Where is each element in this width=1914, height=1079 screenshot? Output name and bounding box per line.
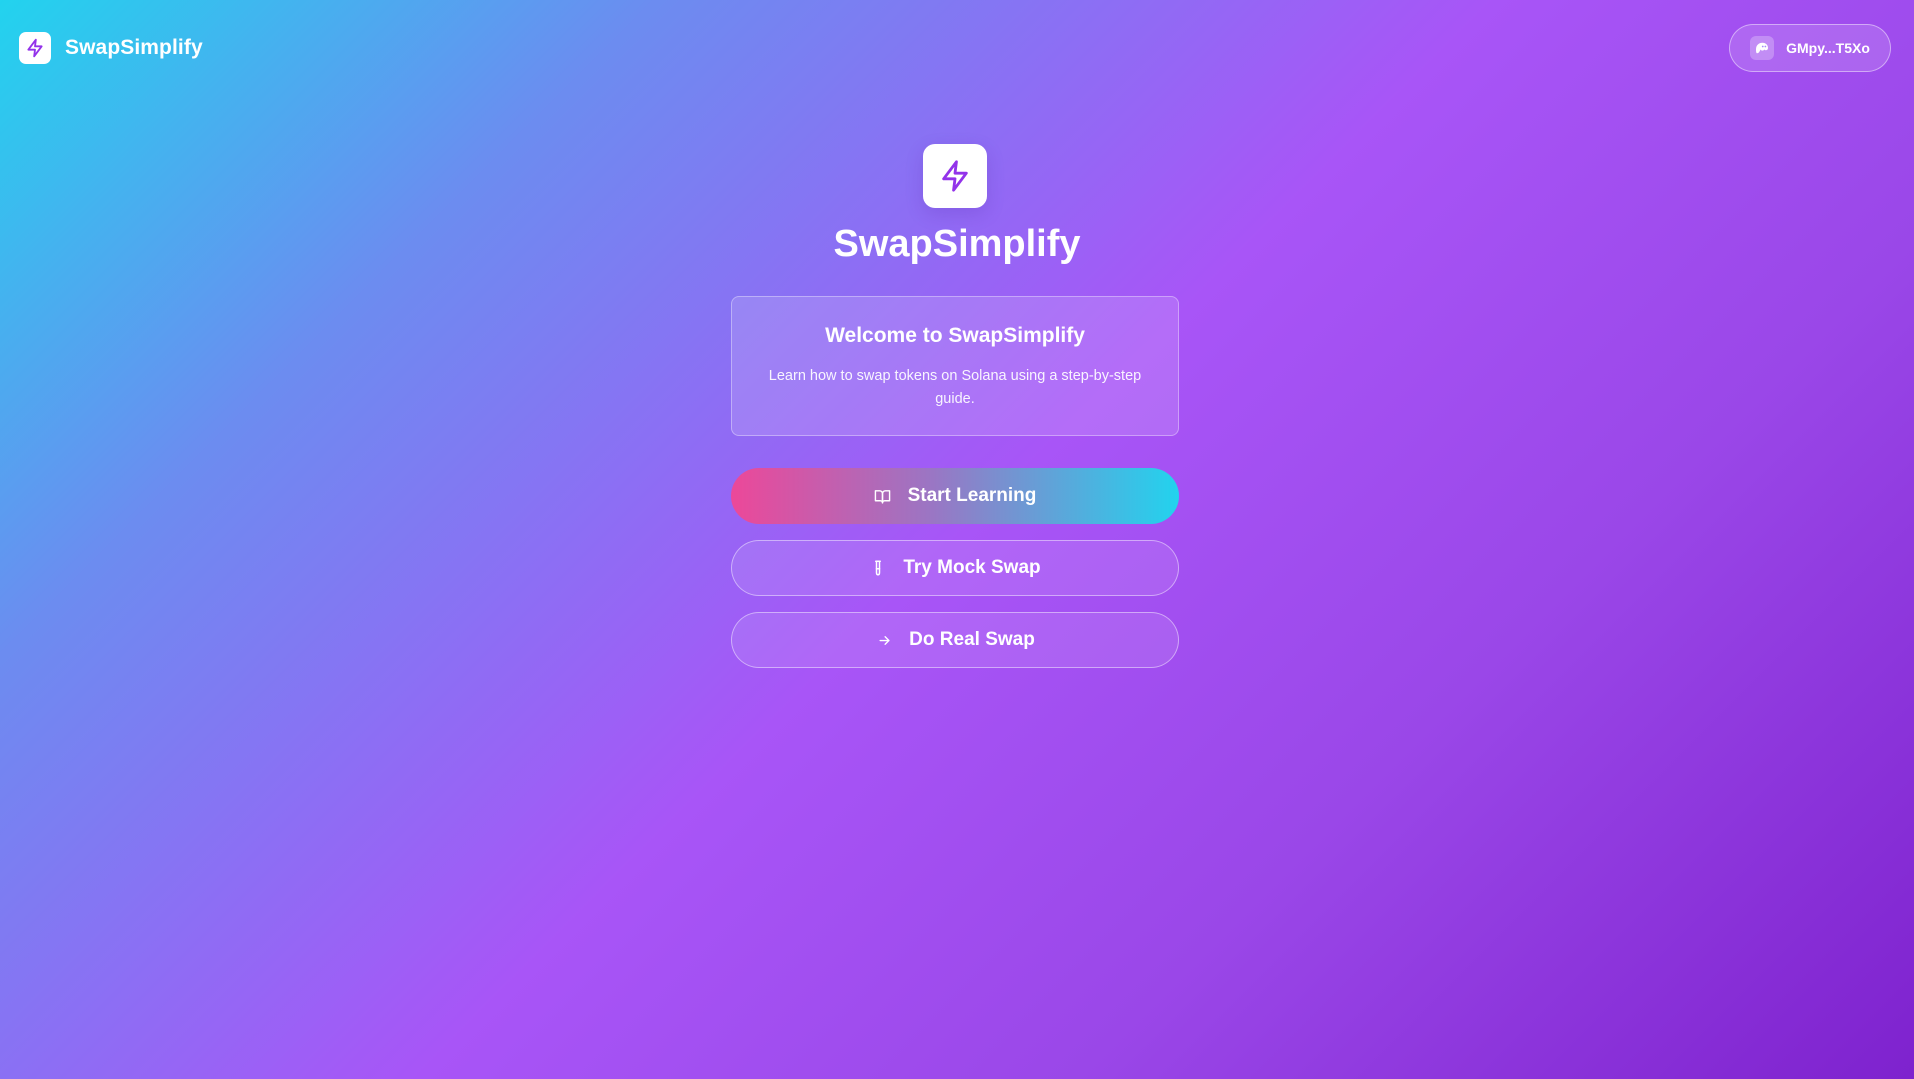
lightning-bolt-icon [923,144,987,208]
do-real-swap-button[interactable]: Do Real Swap [731,612,1179,668]
do-real-swap-label: Do Real Swap [909,629,1035,650]
welcome-title: Welcome to SwapSimplify [825,324,1085,347]
wallet-address: GMpy...T5Xo [1786,40,1870,56]
lightning-bolt-icon [19,32,51,64]
welcome-description: Learn how to swap tokens on Solana using… [768,368,1142,407]
arrow-right-icon [875,631,893,649]
welcome-card: Welcome to SwapSimplify Learn how to swa… [731,296,1179,436]
start-learning-label: Start Learning [907,485,1037,506]
app-header: SwapSimplify GMpy...T5Xo [0,0,1914,96]
brand-name: SwapSimplify [65,36,203,59]
flask-icon [869,559,887,577]
brand[interactable]: SwapSimplify [19,32,203,64]
phantom-ghost-icon [1750,36,1775,60]
try-mock-swap-label: Try Mock Swap [903,557,1041,578]
book-open-icon [874,487,892,505]
page-title: SwapSimplify [833,223,1081,265]
start-learning-button[interactable]: Start Learning [731,468,1179,524]
wallet-button[interactable]: GMpy...T5Xo [1729,24,1891,72]
try-mock-swap-button[interactable]: Try Mock Swap [731,540,1179,596]
